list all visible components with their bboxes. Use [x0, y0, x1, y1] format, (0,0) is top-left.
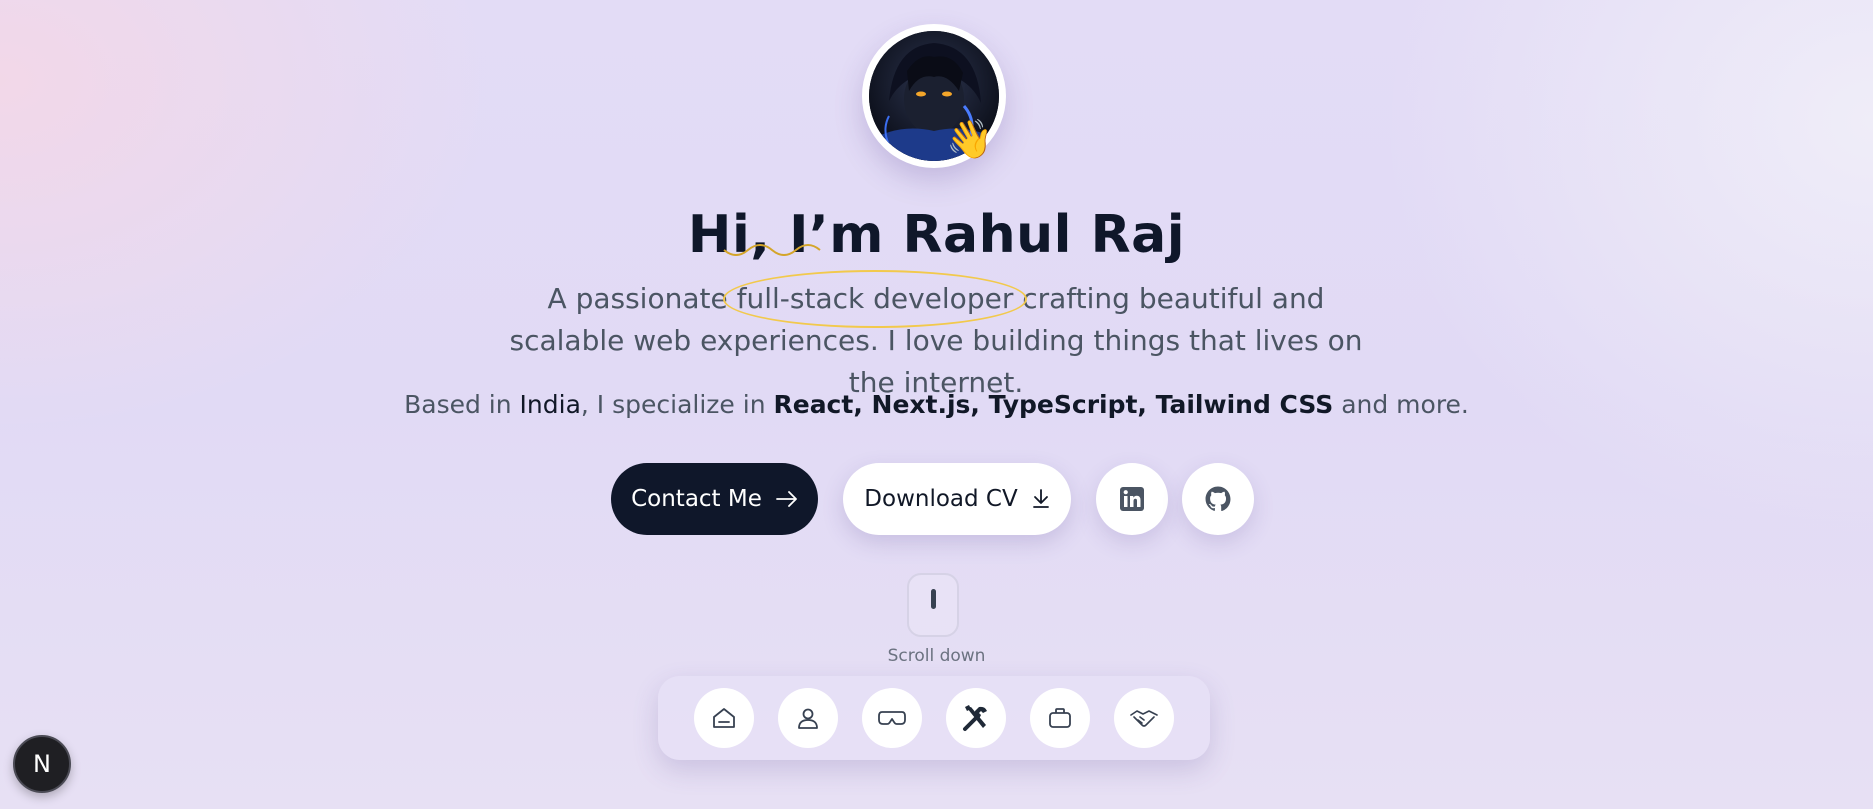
nav-contact[interactable]	[1114, 688, 1174, 748]
scroll-wheel-dot	[931, 589, 936, 609]
skills-list: React, Next.js, TypeScript, Tailwind CSS	[773, 390, 1334, 419]
nav-about[interactable]	[778, 688, 838, 748]
contact-button-label: Contact Me	[631, 486, 762, 512]
arrow-right-icon	[775, 491, 797, 507]
dev-tools-badge[interactable]: N	[13, 735, 71, 793]
bottom-nav-dock	[658, 676, 1210, 760]
download-icon	[1032, 489, 1049, 508]
github-icon	[1205, 486, 1231, 512]
nav-home[interactable]	[694, 688, 754, 748]
skills-line: Based in India, I specialize in React, N…	[0, 390, 1873, 419]
handshake-icon	[1130, 710, 1158, 727]
scroll-mouse-indicator[interactable]	[907, 573, 959, 637]
github-button[interactable]	[1182, 463, 1254, 535]
highlighted-role: full-stack developer	[722, 270, 1028, 328]
location: India	[519, 390, 581, 419]
download-cv-button[interactable]: Download CV	[843, 463, 1071, 535]
highlight-ring	[722, 270, 1028, 328]
home-icon	[713, 708, 735, 728]
briefcase-icon	[1049, 708, 1071, 728]
nav-projects[interactable]	[862, 688, 922, 748]
intro-lead-start: A passionate	[547, 282, 737, 315]
hero-section: 👋 Hi, I’m Rahul Raj A passionate full-st…	[0, 0, 1873, 809]
title-underline-squiggle	[723, 244, 821, 256]
skills-prefix: Based in	[404, 390, 520, 419]
linkedin-icon	[1120, 487, 1144, 511]
contact-button[interactable]: Contact Me	[611, 463, 818, 535]
dev-tools-badge-letter: N	[33, 750, 51, 778]
vr-headset-icon	[878, 711, 906, 725]
linkedin-button[interactable]	[1096, 463, 1168, 535]
nav-skills[interactable]	[946, 688, 1006, 748]
download-cv-label: Download CV	[864, 486, 1018, 512]
skills-suffix: and more.	[1333, 390, 1469, 419]
nav-experience[interactable]	[1030, 688, 1090, 748]
page-title: Hi, I’m Rahul Raj	[687, 205, 1186, 265]
waving-hand-emoji: 👋	[946, 117, 994, 161]
tools-icon	[963, 705, 987, 731]
scroll-down-label: Scroll down	[887, 646, 986, 666]
user-icon	[798, 708, 818, 729]
skills-middle: , I specialize in	[580, 390, 774, 419]
intro-paragraph: A passionate full-stack developer crafti…	[486, 270, 1386, 404]
